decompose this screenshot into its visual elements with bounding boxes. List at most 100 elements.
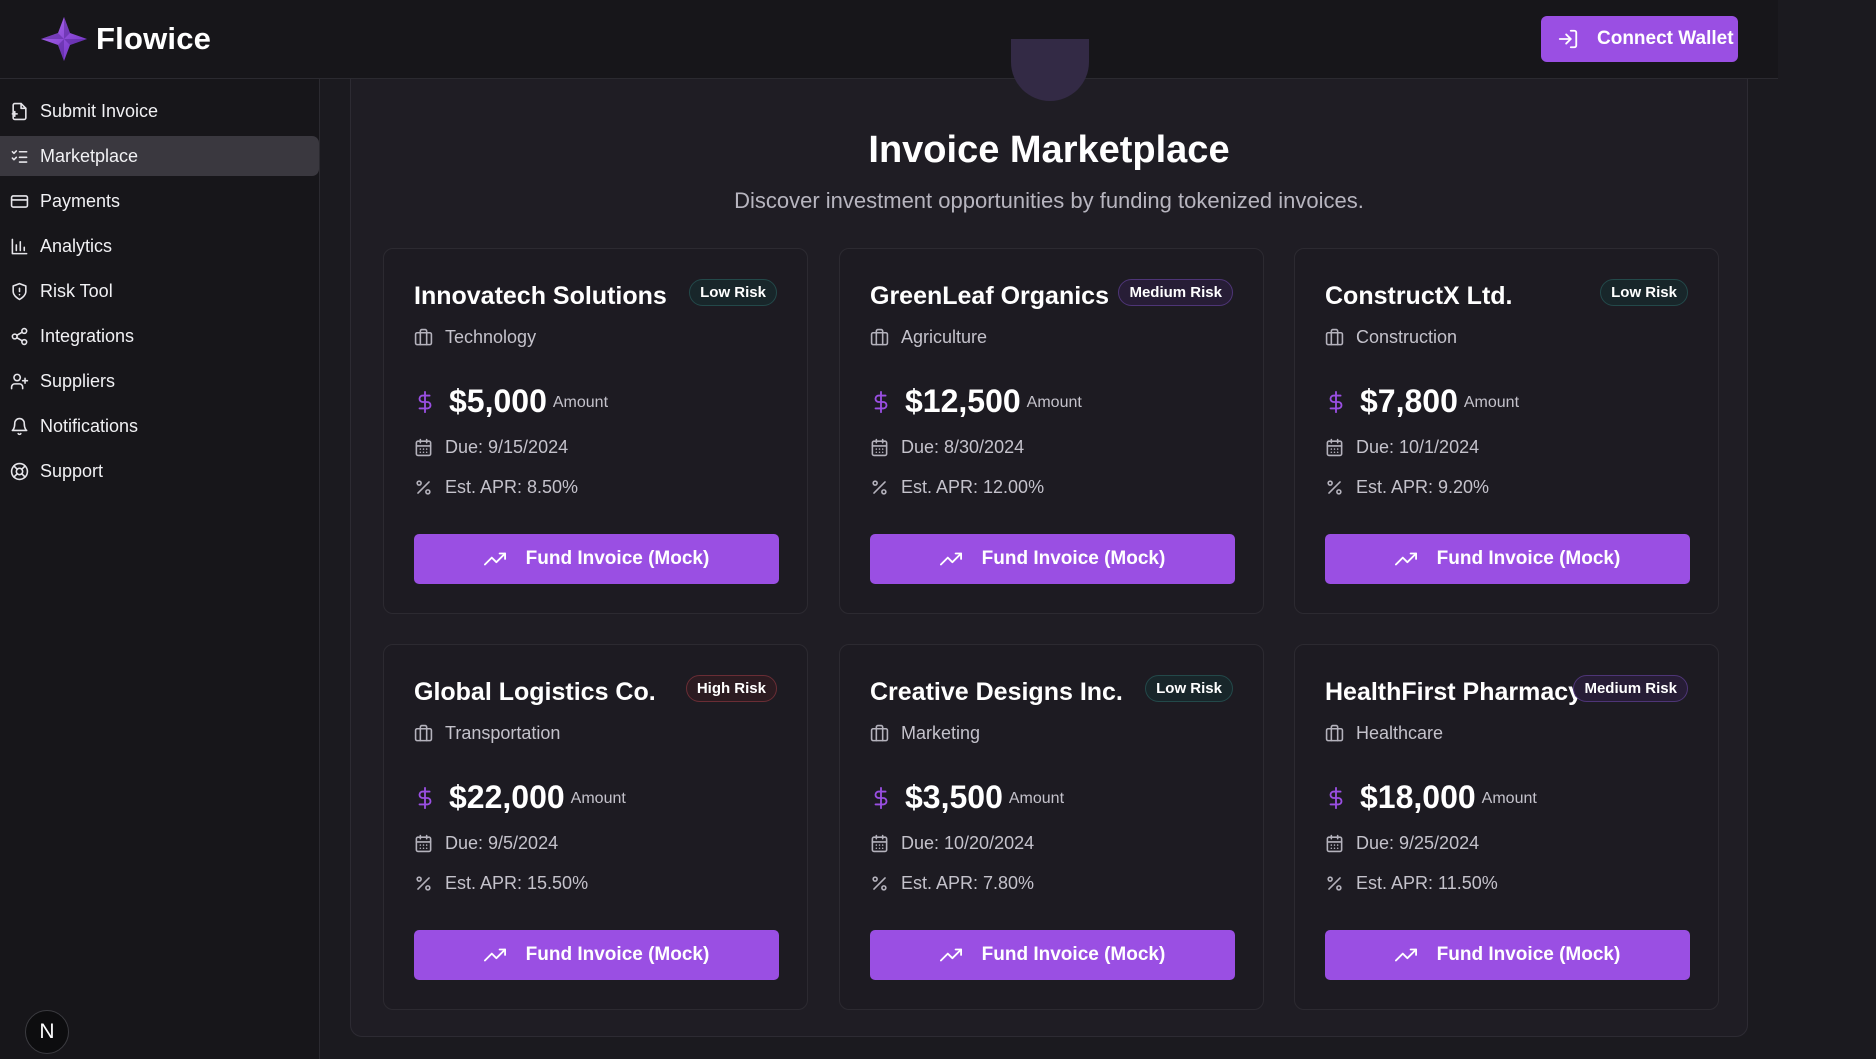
flowice-logo-icon <box>41 17 87 61</box>
dollar-icon <box>1329 390 1343 413</box>
amount-row: $3,500 Amount <box>870 779 1064 816</box>
calendar-icon <box>871 438 888 457</box>
fund-invoice-label: Fund Invoice (Mock) <box>525 548 710 569</box>
due-row: Due: 9/5/2024 <box>414 833 558 854</box>
fund-invoice-button[interactable]: Fund Invoice (Mock) <box>414 930 779 980</box>
sidebar-item-integrations[interactable]: Integrations <box>0 316 319 356</box>
amount-value: $22,000 <box>449 779 565 815</box>
apr-row: Est. APR: 8.50% <box>414 477 578 498</box>
sidebar-item-label: Notifications <box>40 415 139 436</box>
calendar-icon <box>415 438 432 457</box>
connect-wallet-label: Connect Wallet <box>1597 28 1734 49</box>
est-apr: Est. APR: 8.50% <box>445 477 579 497</box>
briefcase-icon <box>1325 724 1344 742</box>
apr-row: Est. APR: 15.50% <box>414 873 588 894</box>
invoice-card: Global Logistics Co. High Risk Transport… <box>383 644 808 1010</box>
calendar-icon <box>1326 834 1343 853</box>
invoice-card: HealthFirst Pharmacy Medium Risk Healthc… <box>1294 644 1719 1010</box>
fund-invoice-label: Fund Invoice (Mock) <box>1436 548 1621 569</box>
sidebar-item-payments[interactable]: Payments <box>0 181 319 221</box>
sidebar-item-support[interactable]: Support <box>0 451 319 491</box>
risk-badge: Medium Risk <box>1573 675 1688 702</box>
fund-invoice-button[interactable]: Fund Invoice (Mock) <box>870 534 1235 584</box>
sidebar-item-label: Suppliers <box>40 370 116 391</box>
industry-row: Marketing <box>870 723 980 744</box>
dollar-icon <box>874 786 888 809</box>
sidebar-item-submit-invoice[interactable]: Submit Invoice <box>0 91 319 131</box>
trending-up-icon <box>1394 552 1417 566</box>
sidebar-item-label: Support <box>40 460 104 481</box>
trending-up-icon <box>1394 948 1417 962</box>
brand[interactable]: Flowice <box>40 16 211 62</box>
company-name: Creative Designs Inc. <box>870 678 1123 706</box>
amount-value: $3,500 <box>905 779 1003 815</box>
percent-icon <box>416 480 431 495</box>
fund-invoice-button[interactable]: Fund Invoice (Mock) <box>1325 930 1690 980</box>
bar-chart-icon <box>11 238 28 254</box>
sidebar-item-risk-tool[interactable]: Risk Tool <box>0 271 319 311</box>
due-row: Due: 9/15/2024 <box>414 437 568 458</box>
file-upload-icon <box>11 102 27 120</box>
fund-invoice-label: Fund Invoice (Mock) <box>1436 944 1621 965</box>
amount-label: Amount <box>1026 393 1082 411</box>
page-title: Invoice Marketplace <box>868 129 1230 171</box>
amount-label: Amount <box>1008 789 1065 807</box>
fund-invoice-label: Fund Invoice (Mock) <box>981 548 1166 569</box>
amount-row: $22,000 Amount <box>414 779 626 816</box>
calendar-icon <box>415 834 432 853</box>
fund-invoice-button[interactable]: Fund Invoice (Mock) <box>1325 534 1690 584</box>
industry-text: Construction <box>1356 327 1458 347</box>
sidebar-item-label: Risk Tool <box>40 280 113 301</box>
sidebar-item-label: Analytics <box>40 235 113 256</box>
risk-badge: High Risk <box>685 675 777 702</box>
sidebar-item-analytics[interactable]: Analytics <box>0 226 319 266</box>
calendar-icon <box>871 834 888 853</box>
amount-row: $7,800 Amount <box>1325 383 1519 420</box>
sidebar-item-label: Integrations <box>40 325 135 346</box>
trending-up-icon <box>939 552 962 566</box>
amount-label: Amount <box>552 393 609 411</box>
due-row: Due: 10/20/2024 <box>870 833 1034 854</box>
briefcase-icon <box>414 328 433 346</box>
amount-label: Amount <box>570 789 626 807</box>
due-row: Due: 10/1/2024 <box>1325 437 1479 458</box>
fund-invoice-button[interactable]: Fund Invoice (Mock) <box>414 534 779 584</box>
dollar-icon <box>418 390 432 413</box>
risk-badge: Low Risk <box>1145 675 1233 702</box>
industry-row: Technology <box>414 327 536 348</box>
company-name: Innovatech Solutions <box>414 282 667 310</box>
invoice-card: Innovatech Solutions Low Risk Technology… <box>383 248 808 614</box>
percent-icon <box>1327 480 1342 495</box>
due-row: Due: 8/30/2024 <box>870 437 1024 458</box>
apr-row: Est. APR: 11.50% <box>1325 873 1498 894</box>
invoice-card: Creative Designs Inc. Low Risk Marketing… <box>839 644 1264 1010</box>
fund-invoice-button[interactable]: Fund Invoice (Mock) <box>870 930 1235 980</box>
industry-text: Transportation <box>445 723 561 743</box>
est-apr: Est. APR: 11.50% <box>1356 873 1498 893</box>
company-name: Global Logistics Co. <box>414 678 656 706</box>
est-apr: Est. APR: 9.20% <box>1356 477 1490 497</box>
brand-name: Flowice <box>96 21 212 56</box>
connect-wallet-button[interactable]: Connect Wallet <box>1541 16 1738 62</box>
briefcase-icon <box>414 724 433 742</box>
credit-card-icon <box>10 194 29 208</box>
industry-row: Agriculture <box>870 327 987 348</box>
amount-row: $12,500 Amount <box>870 383 1082 420</box>
due-date: Due: 8/30/2024 <box>901 437 1025 457</box>
dollar-icon <box>1329 786 1343 809</box>
invoice-card: GreenLeaf Organics Medium Risk Agricultu… <box>839 248 1264 614</box>
list-check-icon <box>11 149 28 163</box>
sidebar-item-notifications[interactable]: Notifications <box>0 406 319 446</box>
user-plus-icon <box>10 373 29 389</box>
page-subtitle: Discover investment opportunities by fun… <box>734 188 1364 213</box>
sidebar-item-marketplace[interactable]: Marketplace <box>0 136 319 176</box>
dev-tools-badge[interactable]: N <box>25 1010 69 1054</box>
sidebar: Submit Invoice Marketplace Payments Anal… <box>0 79 320 1059</box>
dollar-icon <box>418 786 432 809</box>
amount-row: $18,000 Amount <box>1325 779 1537 816</box>
sidebar-item-label: Payments <box>40 190 121 211</box>
sidebar-item-suppliers[interactable]: Suppliers <box>0 361 319 401</box>
risk-badge: Medium Risk <box>1118 279 1233 306</box>
due-date: Due: 9/5/2024 <box>445 833 559 853</box>
percent-icon <box>1327 876 1342 891</box>
